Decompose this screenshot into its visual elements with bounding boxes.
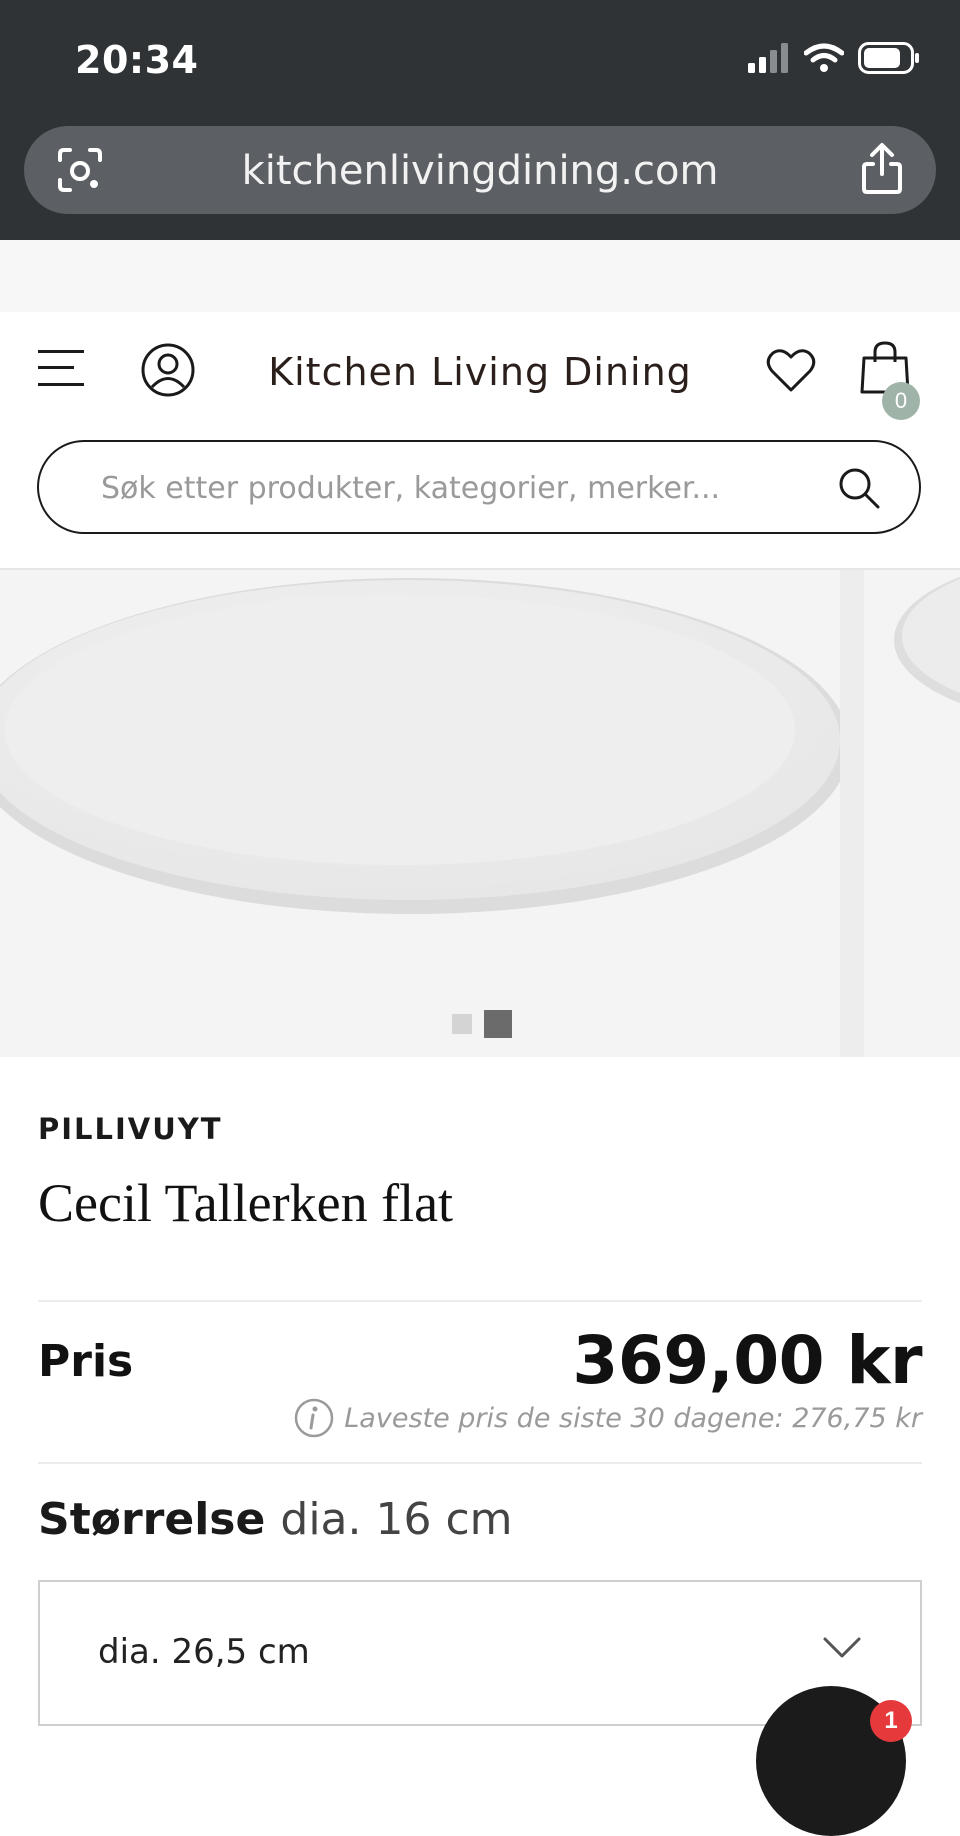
signal-icon: [748, 42, 790, 78]
gallery-dot[interactable]: [452, 1014, 472, 1034]
search-icon[interactable]: [837, 466, 881, 510]
size-value: dia. 16 cm: [280, 1494, 513, 1545]
browser-chrome: 20:34 kitchenlivingdining.com: [0, 0, 960, 240]
gallery-slide[interactable]: [0, 570, 850, 1057]
product-gallery[interactable]: [0, 570, 960, 1057]
chevron-down-icon[interactable]: [822, 1634, 862, 1662]
site-logo[interactable]: Kitchen Living Dining: [228, 350, 732, 394]
status-time: 20:34: [75, 38, 199, 82]
gallery-slide-separator: [840, 570, 864, 1057]
site-header: Kitchen Living Dining 0: [0, 312, 960, 568]
gallery-slide-next[interactable]: [864, 570, 960, 1057]
gallery-dot-active[interactable]: [484, 1010, 512, 1038]
divider: [38, 1300, 922, 1302]
divider: [38, 1462, 922, 1464]
account-icon[interactable]: [140, 342, 196, 398]
share-icon[interactable]: [858, 142, 906, 196]
size-select-value[interactable]: dia. 26,5 cm: [98, 1632, 310, 1672]
chat-badge: 1: [870, 1700, 912, 1742]
cart-count-badge: 0: [882, 382, 920, 420]
size-heading: Størrelse dia. 16 cm: [38, 1494, 513, 1545]
announcement-bar: [0, 240, 960, 312]
search-input[interactable]: [99, 464, 823, 512]
search-bar: [37, 440, 921, 534]
heart-icon[interactable]: [766, 348, 816, 394]
price-label: Pris: [38, 1336, 134, 1387]
plate-image: [0, 578, 850, 914]
gallery-pagination: [452, 1010, 512, 1038]
product-title: Cecil Tallerken flat: [38, 1173, 454, 1233]
url-text[interactable]: kitchenlivingdining.com: [24, 148, 936, 194]
hamburger-icon[interactable]: [38, 348, 84, 388]
size-label: Størrelse: [38, 1494, 266, 1545]
status-icons: [748, 41, 920, 79]
price-value: 369,00 kr: [572, 1322, 922, 1399]
info-icon[interactable]: [294, 1398, 334, 1438]
lowest-price-text: Laveste pris de siste 30 dagene: 276,75 …: [344, 1402, 922, 1434]
address-bar[interactable]: kitchenlivingdining.com: [24, 126, 936, 214]
lowest-price-note: Laveste pris de siste 30 dagene: 276,75 …: [294, 1398, 922, 1438]
wifi-icon: [803, 43, 845, 78]
product-brand[interactable]: PILLIVUYT: [38, 1112, 223, 1146]
battery-icon: [858, 41, 920, 79]
